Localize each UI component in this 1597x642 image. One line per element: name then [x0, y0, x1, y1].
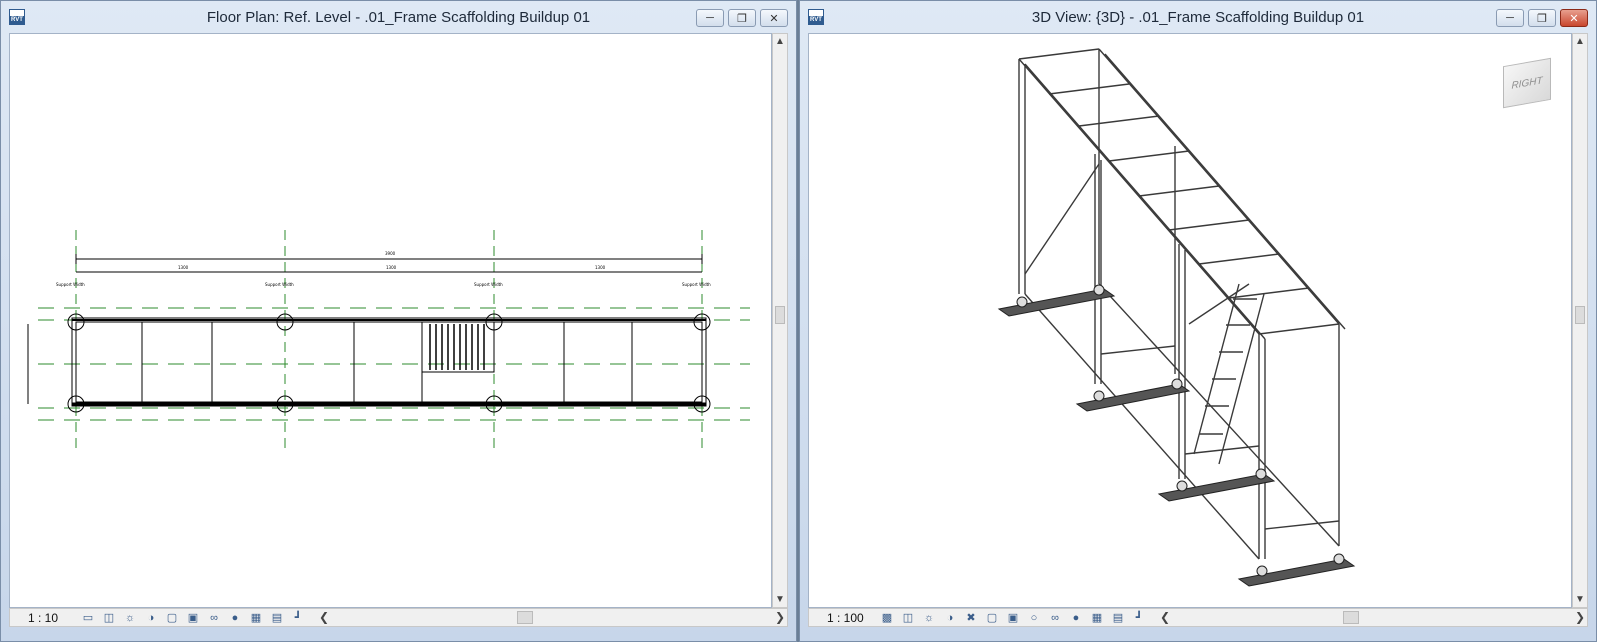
support-label: Support Width — [474, 282, 503, 287]
viewcube[interactable]: RIGHT — [1499, 54, 1551, 112]
bay-dimension: 1300 — [386, 265, 397, 270]
shadows-icon[interactable]: ◑ — [143, 611, 159, 625]
scroll-up-icon[interactable]: ▲ — [773, 36, 787, 47]
scroll-left-icon[interactable]: ❮ — [319, 610, 329, 624]
bay-dimension: 1300 — [595, 265, 606, 270]
crop-view-icon[interactable]: ▢ — [984, 611, 1000, 625]
view-3d-titlebar[interactable]: RVT 3D View: {3D} - .01_Frame Scaffoldin… — [800, 1, 1596, 33]
view-scale[interactable]: 1 : 10 — [10, 611, 80, 625]
highlight-displacement-icon[interactable]: ▤ — [269, 611, 285, 625]
view-3d-canvas[interactable]: RIGHT — [808, 33, 1572, 608]
scroll-right-icon[interactable]: ❯ — [1575, 610, 1585, 624]
view-control-bar: 1 : 100 ▩ ◫ ☼ ◑ ✖ ▢ ▣ ○ ∞ ● ▦ ▤ ┛ ❮ ❯ — [808, 608, 1588, 627]
minimize-button[interactable]: ─ — [696, 9, 724, 27]
vertical-scrollbar[interactable]: ▲ ▼ — [1572, 33, 1588, 608]
scroll-down-icon[interactable]: ▼ — [1573, 594, 1587, 605]
sun-path-icon[interactable]: ☼ — [122, 611, 138, 625]
close-button[interactable]: ✕ — [1560, 9, 1588, 27]
scroll-thumb[interactable] — [517, 611, 533, 624]
floor-plan-window[interactable]: RVT Floor Plan: Ref. Level - .01_Frame S… — [0, 0, 797, 642]
detail-level-icon[interactable]: ▭ — [80, 611, 96, 625]
floor-plan-canvas[interactable]: 3900 1300 1300 1300 Support Width Suppor… — [9, 33, 772, 608]
reveal-hidden-icon[interactable]: ● — [1068, 611, 1084, 625]
analysis-icon[interactable]: ▦ — [248, 611, 264, 625]
shadows-icon[interactable]: ◑ — [942, 611, 958, 625]
reveal-hidden-icon[interactable]: ● — [227, 611, 243, 625]
horizontal-scrollbar[interactable]: ❮ ❯ — [317, 609, 787, 626]
scroll-thumb[interactable] — [1575, 306, 1585, 324]
view-scale[interactable]: 1 : 100 — [809, 611, 879, 625]
support-label: Support Width — [265, 282, 294, 287]
scroll-left-icon[interactable]: ❮ — [1160, 610, 1170, 624]
close-icon: ✕ — [769, 12, 779, 25]
minimize-icon: ─ — [1506, 12, 1514, 24]
show-crop-icon[interactable]: ▣ — [185, 611, 201, 625]
scroll-down-icon[interactable]: ▼ — [773, 594, 787, 605]
highlight-displacement-icon[interactable]: ▤ — [1110, 611, 1126, 625]
support-label: Support Width — [56, 282, 85, 287]
temporary-hide-icon[interactable]: ∞ — [206, 611, 222, 625]
restore-button[interactable]: ❐ — [1528, 9, 1556, 27]
show-crop-icon[interactable]: ▣ — [1005, 611, 1021, 625]
floor-plan-title: Floor Plan: Ref. Level - .01_Frame Scaff… — [206, 9, 591, 26]
restore-button[interactable]: ❐ — [728, 9, 756, 27]
scroll-thumb[interactable] — [1343, 611, 1359, 624]
render-icon[interactable]: ✖ — [963, 611, 979, 625]
scroll-right-icon[interactable]: ❯ — [775, 610, 785, 624]
crop-view-icon[interactable]: ▢ — [164, 611, 180, 625]
restore-icon: ❐ — [1537, 12, 1547, 25]
minimize-button[interactable]: ─ — [1496, 9, 1524, 27]
analysis-icon[interactable]: ▦ — [1089, 611, 1105, 625]
constraints-icon[interactable]: ┛ — [290, 611, 306, 625]
view-3d-window[interactable]: RVT 3D View: {3D} - .01_Frame Scaffoldin… — [799, 0, 1597, 642]
view-control-icons: ▭ ◫ ☼ ◑ ▢ ▣ ∞ ● ▦ ▤ ┛ — [80, 611, 311, 625]
visual-style-icon[interactable]: ◫ — [900, 611, 916, 625]
bay-dimension: 1300 — [178, 265, 189, 270]
close-icon: ✕ — [1569, 12, 1579, 25]
vertical-scrollbar[interactable]: ▲ ▼ — [772, 33, 788, 608]
viewcube-face-right[interactable]: RIGHT — [1503, 57, 1551, 109]
temporary-hide-icon[interactable]: ∞ — [1047, 611, 1063, 625]
minimize-icon: ─ — [706, 12, 714, 24]
overall-dimension: 3900 — [385, 251, 396, 256]
view-control-icons: ▩ ◫ ☼ ◑ ✖ ▢ ▣ ○ ∞ ● ▦ ▤ ┛ — [879, 611, 1152, 625]
scaffold-3d-model — [997, 48, 1356, 587]
floor-plan-drawing: 3900 1300 1300 1300 Support Width Suppor… — [27, 230, 750, 454]
horizontal-scrollbar[interactable]: ❮ ❯ — [1158, 609, 1587, 626]
visual-style-icon[interactable]: ◫ — [101, 611, 117, 625]
view-3d-title: 3D View: {3D} - .01_Frame Scaffolding Bu… — [1031, 9, 1365, 26]
constraints-icon[interactable]: ┛ — [1131, 611, 1147, 625]
sun-path-icon[interactable]: ☼ — [921, 611, 937, 625]
lock-view-icon[interactable]: ○ — [1026, 611, 1042, 625]
detail-level-icon[interactable]: ▩ — [879, 611, 895, 625]
scroll-thumb[interactable] — [775, 306, 785, 324]
close-button[interactable]: ✕ — [760, 9, 788, 27]
floor-plan-titlebar[interactable]: RVT Floor Plan: Ref. Level - .01_Frame S… — [1, 1, 796, 33]
view-control-bar: 1 : 10 ▭ ◫ ☼ ◑ ▢ ▣ ∞ ● ▦ ▤ ┛ ❮ ❯ — [9, 608, 788, 627]
restore-icon: ❐ — [737, 12, 747, 25]
scroll-up-icon[interactable]: ▲ — [1573, 36, 1587, 47]
support-label: Support Width — [682, 282, 711, 287]
